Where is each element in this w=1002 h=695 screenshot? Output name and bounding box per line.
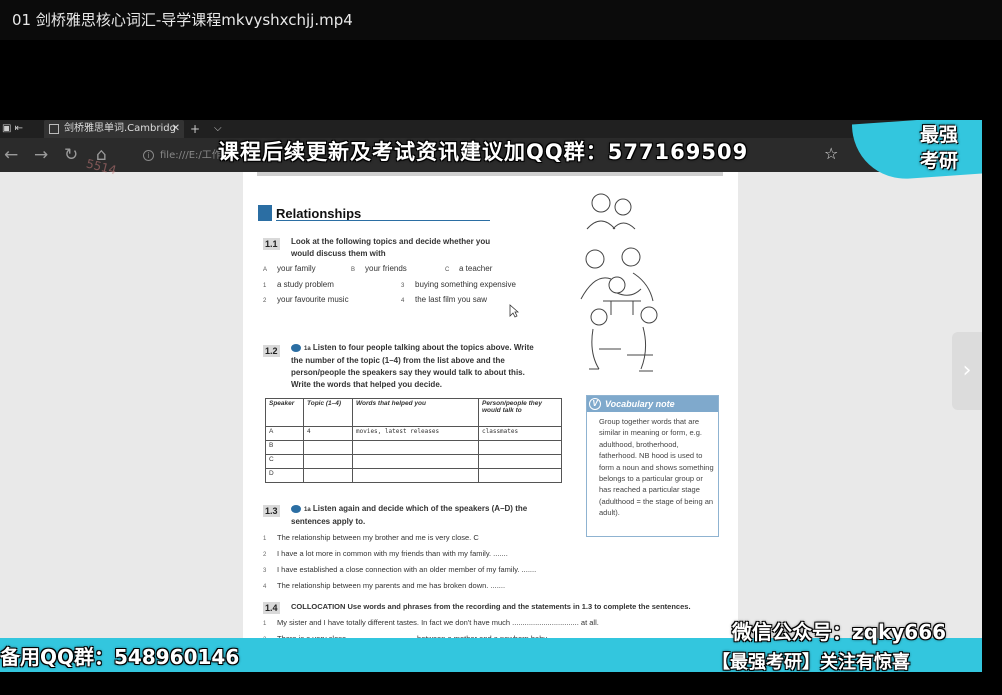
table-cell: C (265, 454, 304, 469)
option-item: Ayour family (263, 264, 316, 273)
section-underline (276, 220, 490, 221)
table-cell: movies, latest releases (352, 426, 479, 441)
exercise-number: 1.2 (263, 345, 280, 357)
mouse-cursor-icon (509, 304, 519, 318)
favorite-star-icon[interactable]: ☆ (824, 144, 838, 163)
table-cell: A (265, 426, 304, 441)
slogan-text: 【最强考研】关注有惊喜 (712, 652, 910, 673)
info-icon: i (143, 150, 154, 161)
exercise-instruction: 1a Listen again and decide which of the … (291, 504, 528, 526)
table-header: Person/people they would talk to (478, 398, 562, 427)
sentence-item: 2I have a lot more in common with my fri… (263, 549, 508, 558)
top-banner-text: 课程后续更新及考试资讯建议加QQ群：577169509 (218, 140, 749, 164)
exercise-number: 1.3 (263, 505, 280, 517)
table-header-row: Speaker Topic (1–4) Words that helped yo… (265, 398, 562, 427)
table-row: B (265, 440, 562, 455)
next-page-button[interactable]: › (952, 332, 982, 410)
answer-table: Speaker Topic (1–4) Words that helped yo… (265, 398, 562, 483)
table-cell (303, 468, 353, 483)
table-row: C (265, 454, 562, 469)
table-cell: 4 (303, 426, 353, 441)
table-header: Speaker (265, 398, 304, 427)
table-cell (352, 454, 479, 469)
bottom-margin (0, 672, 1002, 695)
document-icon (49, 124, 59, 134)
cd-icon (291, 343, 301, 352)
section-marker (258, 205, 272, 221)
exercise-instruction: 1a Listen to four people talking about t… (291, 343, 534, 389)
option-item: 3 buying something expensive (401, 280, 516, 289)
section-title: Relationships (276, 206, 362, 221)
people-illustration (580, 193, 658, 372)
sentence-item: 4 The relationship between my parents and… (263, 581, 506, 590)
video-player-window: 01 剑桥雅思核心词汇-导学课程mkvyshxchjj.mp4 ▣ ⇤ 剑桥雅思… (0, 0, 1002, 695)
right-margin (982, 40, 1002, 695)
table-cell (352, 468, 479, 483)
option-item: 4 the last film you saw (401, 295, 488, 304)
wechat-account-text: 微信公众号：zqky666 (732, 620, 947, 644)
table-cell (478, 440, 562, 455)
video-frame[interactable]: ▣ ⇤ 剑桥雅思单词.Cambridg ✕ + ⌵ ← → ↻ ⌂ i file… (0, 120, 982, 672)
tab-cambridge[interactable]: 剑桥雅思单词.Cambridg ✕ (44, 120, 184, 138)
window-title: 01 剑桥雅思核心词汇-导学课程mkvyshxchjj.mp4 (0, 0, 1002, 40)
exercise-instruction: Look at the following topics and decide … (291, 237, 491, 258)
table-cell (303, 454, 353, 469)
tab-actions-icon[interactable]: ▣ ⇤ (2, 120, 23, 138)
close-tab-icon[interactable]: ✕ (172, 120, 180, 138)
exercise-instruction: COLLOCATION Use words and phrases from t… (291, 602, 691, 611)
table-cell (303, 440, 353, 455)
table-cell (478, 454, 562, 469)
table-cell: classmates (478, 426, 562, 441)
option-item: 2 your favourite music (263, 295, 349, 304)
refresh-icon[interactable]: ↻ (64, 146, 78, 164)
table-header: Words that helped you (352, 398, 479, 427)
cd-icon (291, 504, 301, 513)
tab-label: 剑桥雅思单词.Cambridg (64, 123, 176, 134)
table-row: D (265, 468, 562, 483)
exercise-number: 1.1 (263, 238, 280, 250)
vocab-v-icon: V (589, 398, 601, 410)
backup-qq-text: 备用QQ群：548960146 (0, 645, 240, 669)
logo-text: 最强考研 (920, 124, 959, 172)
option-item: Ca teacher (445, 264, 493, 273)
table-cell: D (265, 468, 304, 483)
vocab-body: Group together words that are similar in… (599, 417, 714, 518)
forward-icon[interactable]: → (34, 146, 48, 164)
sentence-item: 3I have established a close connection w… (263, 565, 537, 574)
address-text: file:///E:/工作/ (160, 150, 226, 161)
table-cell: B (265, 440, 304, 455)
vocab-header: V Vocabulary note (587, 396, 718, 412)
vocab-title: Vocabulary note (605, 399, 675, 409)
table-header: Topic (1–4) (303, 398, 353, 427)
new-tab-button[interactable]: + (190, 120, 200, 138)
back-icon[interactable]: ← (4, 146, 18, 164)
table-cell (478, 468, 562, 483)
sentence-item: 1 My sister and I have totally different … (263, 618, 599, 627)
table-cell (352, 440, 479, 455)
option-item: 1a study problem (263, 280, 334, 289)
sentence-item: 1 The relationship between my brother and… (263, 533, 479, 542)
vocabulary-note-box: V Vocabulary note Group together words t… (586, 395, 719, 537)
pdf-page: Relationships 1.1 Look at the following … (243, 172, 738, 672)
page-header-strip (257, 172, 723, 176)
option-item: Byour friends (351, 264, 407, 273)
exercise-number: 1.4 (263, 602, 280, 614)
table-row: A 4 movies, latest releases classmates (265, 426, 562, 441)
